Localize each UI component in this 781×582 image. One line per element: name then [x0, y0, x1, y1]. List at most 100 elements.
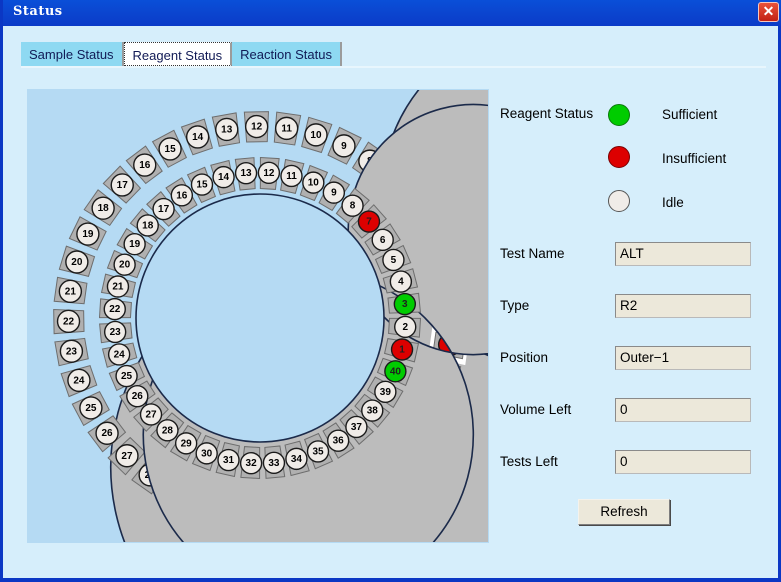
svg-text:30: 30	[201, 448, 213, 459]
refresh-button[interactable]: Refresh	[578, 499, 670, 525]
carousel-slot[interactable]: 22	[53, 309, 85, 335]
carousel-slot[interactable]: 13	[211, 112, 241, 147]
label-tests-left: Tests Left	[500, 454, 558, 469]
svg-text:22: 22	[109, 304, 121, 315]
svg-text:15: 15	[196, 180, 208, 191]
tab-reaction-status[interactable]: Reaction Status	[232, 42, 342, 66]
svg-text:39: 39	[380, 387, 392, 398]
carousel-slot[interactable]: 20	[58, 245, 96, 277]
carousel-slot[interactable]: 12	[243, 111, 269, 143]
carousel-slot[interactable]: 14	[210, 159, 236, 196]
svg-text:1: 1	[399, 344, 405, 355]
carousel-slot[interactable]: 9	[327, 126, 362, 165]
tab-underline	[21, 66, 766, 68]
svg-text:4: 4	[398, 277, 404, 288]
svg-text:25: 25	[121, 371, 133, 382]
legend-dot-idle	[608, 190, 630, 212]
carousel-slot[interactable]: 25	[71, 390, 110, 427]
svg-text:23: 23	[66, 346, 78, 357]
carousel-slot[interactable]: 16	[125, 145, 163, 185]
svg-text:25: 25	[85, 403, 97, 414]
carousel-slot[interactable]: 2	[388, 315, 422, 339]
tests-left-field[interactable]: 0	[615, 450, 751, 474]
carousel-slot[interactable]: 21	[53, 276, 88, 305]
carousel-slot[interactable]: 12	[257, 156, 281, 190]
svg-text:14: 14	[218, 172, 230, 183]
svg-text:40: 40	[390, 366, 402, 377]
svg-text:14: 14	[192, 132, 204, 143]
carousel-slot[interactable]: 17	[102, 165, 142, 204]
label-volume-left: Volume Left	[500, 402, 572, 417]
carousel-slot[interactable]: 11	[273, 111, 302, 146]
legend-label-sufficient: Sufficient	[662, 107, 718, 122]
legend-dot-sufficient	[608, 104, 630, 126]
svg-text:33: 33	[268, 458, 280, 469]
carousel-slot[interactable]: 24	[101, 342, 138, 368]
tab-strip: Sample Status Reagent Status Reaction St…	[21, 42, 342, 66]
svg-text:11: 11	[286, 171, 297, 182]
carousel-slot[interactable]: 13	[234, 157, 258, 191]
svg-text:16: 16	[176, 190, 188, 201]
svg-text:11: 11	[281, 123, 292, 134]
carousel-slot[interactable]: 15	[151, 129, 188, 168]
label-position: Position	[500, 350, 549, 365]
carousel-slot[interactable]: 11	[280, 158, 305, 195]
svg-text:21: 21	[112, 282, 124, 293]
carousel-slot[interactable]: 18	[83, 189, 123, 227]
carousel-slot[interactable]: 32	[239, 446, 263, 480]
svg-text:12: 12	[263, 168, 275, 179]
svg-text:9: 9	[331, 188, 337, 199]
svg-text:26: 26	[132, 391, 144, 402]
position-field[interactable]: Outer−1	[615, 346, 751, 370]
svg-text:37: 37	[351, 422, 363, 433]
carousel-slot[interactable]: 23	[54, 337, 89, 367]
svg-text:16: 16	[139, 160, 151, 171]
tab-reagent-status[interactable]: Reagent Status	[123, 42, 233, 66]
svg-text:9: 9	[341, 141, 347, 152]
svg-text:29: 29	[181, 438, 193, 449]
svg-text:27: 27	[121, 451, 133, 462]
reagent-carousel-panel[interactable]: 1234567891011121314151617181920212223242…	[27, 89, 489, 543]
svg-text:23: 23	[110, 327, 122, 338]
title-bar: Status ✕	[3, 0, 781, 26]
svg-text:8: 8	[350, 201, 356, 212]
svg-text:31: 31	[223, 455, 235, 466]
svg-text:28: 28	[162, 425, 174, 436]
svg-text:26: 26	[101, 428, 113, 439]
carousel-slot[interactable]: 14	[180, 118, 213, 156]
svg-text:38: 38	[367, 406, 379, 417]
type-field[interactable]: R2	[615, 294, 751, 318]
reagent-carousel-diagram[interactable]: 1234567891011121314151617181920212223242…	[28, 90, 488, 542]
test-name-field[interactable]: ALT	[615, 242, 751, 266]
svg-text:5: 5	[391, 255, 397, 266]
carousel-slot[interactable]: 23	[99, 320, 133, 344]
svg-text:17: 17	[158, 204, 170, 215]
svg-text:20: 20	[71, 257, 83, 268]
carousel-slot[interactable]: 22	[98, 297, 132, 321]
svg-text:24: 24	[73, 375, 85, 386]
page-title: Status	[13, 4, 63, 19]
legend-label-idle: Idle	[662, 195, 684, 210]
svg-text:21: 21	[65, 286, 77, 297]
carousel-slot[interactable]: 21	[100, 273, 137, 298]
volume-left-field[interactable]: 0	[615, 398, 751, 422]
svg-text:6: 6	[380, 235, 386, 246]
legend-title: Reagent Status	[500, 106, 594, 121]
svg-text:22: 22	[63, 316, 75, 327]
tab-sample-status[interactable]: Sample Status	[21, 42, 124, 66]
svg-text:10: 10	[308, 178, 320, 189]
legend-label-insufficient: Insufficient	[662, 151, 727, 166]
svg-text:7: 7	[366, 217, 372, 228]
carousel-slot[interactable]: 10	[301, 116, 333, 154]
close-icon[interactable]: ✕	[758, 2, 779, 22]
svg-text:18: 18	[98, 203, 110, 214]
svg-text:24: 24	[114, 349, 126, 360]
label-test-name: Test Name	[500, 246, 565, 261]
carousel-slot[interactable]: 19	[68, 216, 107, 251]
carousel-slot[interactable]: 24	[60, 365, 98, 398]
svg-text:34: 34	[291, 454, 303, 465]
svg-text:18: 18	[142, 220, 154, 231]
svg-text:19: 19	[82, 229, 94, 240]
svg-text:27: 27	[145, 409, 157, 420]
svg-text:32: 32	[246, 458, 258, 469]
